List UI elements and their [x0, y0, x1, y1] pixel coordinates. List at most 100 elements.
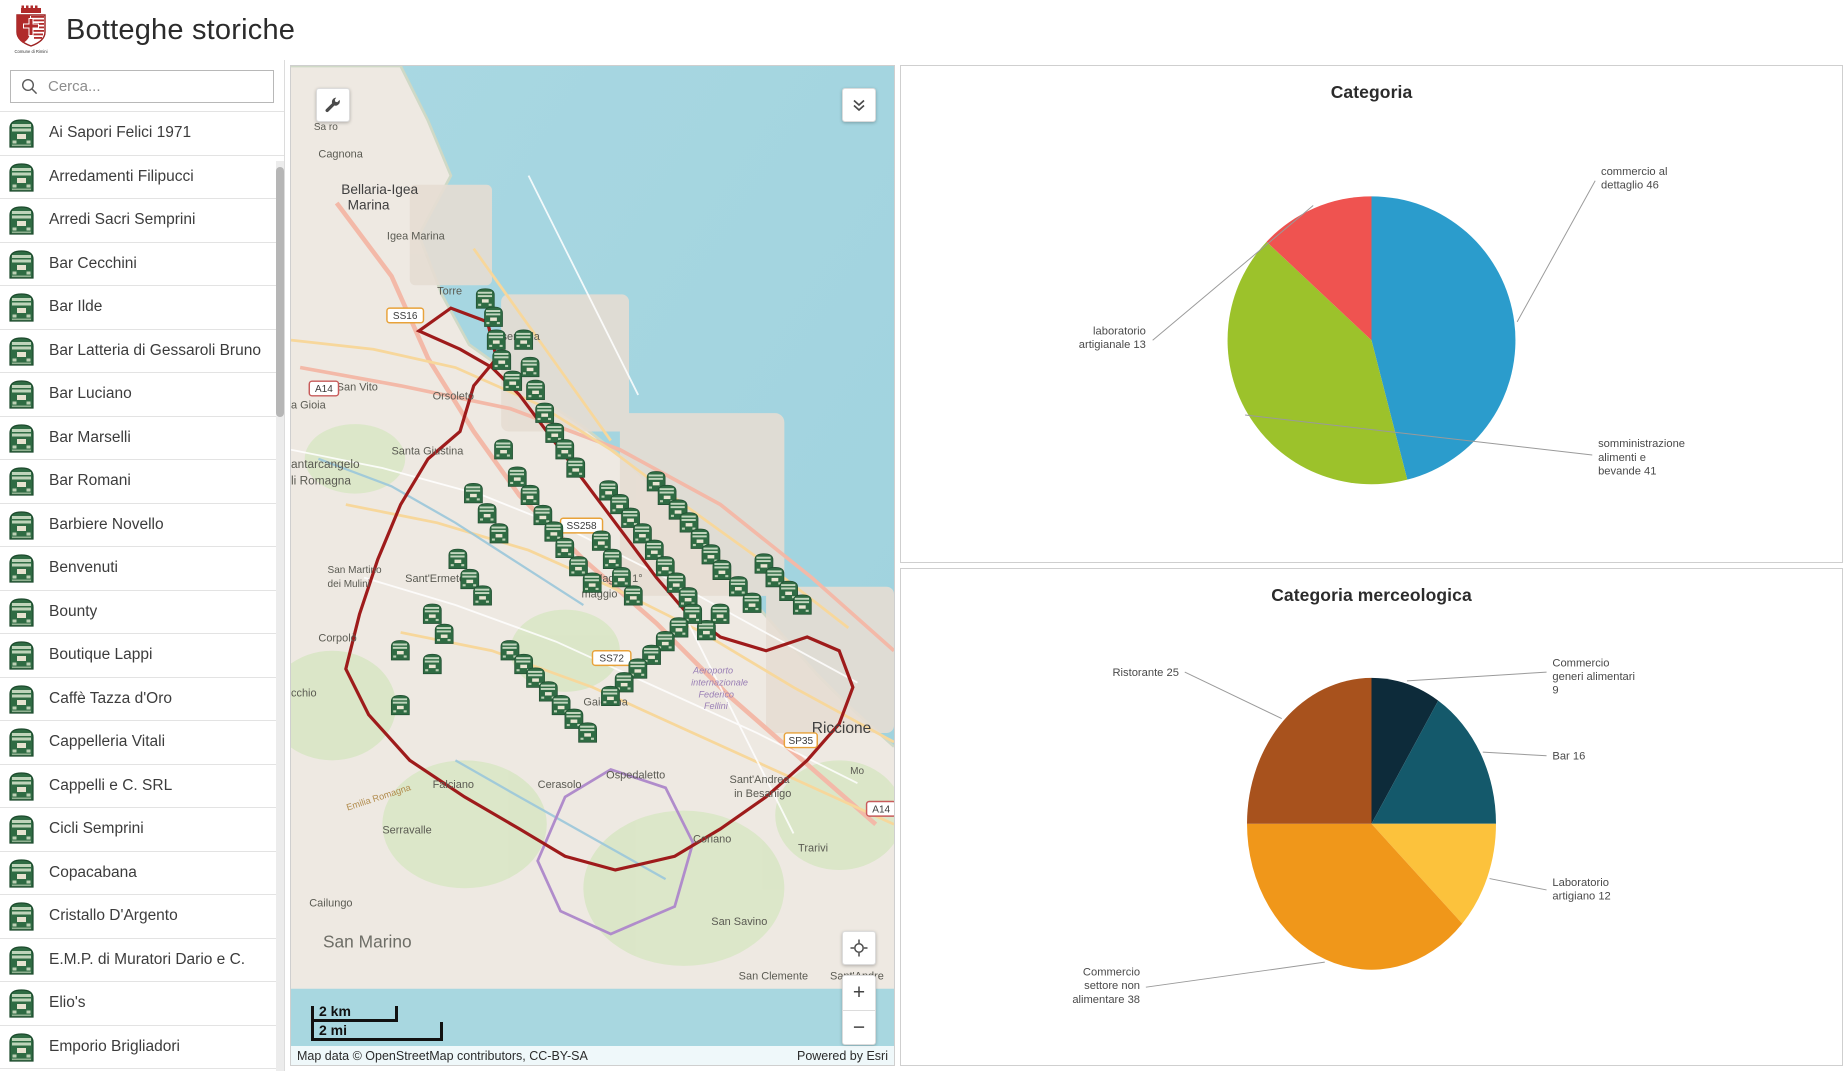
- list-item[interactable]: Benvenuti: [0, 547, 284, 591]
- map-locate-button[interactable]: [842, 931, 876, 965]
- search-input[interactable]: [48, 78, 263, 95]
- map-shop-marker[interactable]: [489, 523, 509, 544]
- list-item[interactable]: Arredi Sacri Semprini: [0, 199, 284, 243]
- map-shop-marker[interactable]: [464, 482, 483, 504]
- map-shop-marker[interactable]: [492, 349, 512, 370]
- list-item[interactable]: Cristallo D'Argento: [0, 895, 284, 939]
- list-item[interactable]: Arredamenti Filipucci: [0, 155, 284, 199]
- list-item[interactable]: Bar Romani: [0, 460, 284, 504]
- map-shop-marker[interactable]: [679, 512, 699, 533]
- list-item-label: Cristallo D'Argento: [49, 907, 178, 925]
- map-shop-marker[interactable]: [533, 504, 553, 526]
- map-shop-marker[interactable]: [494, 439, 513, 460]
- bottega-storica-plaque-icon: [9, 250, 34, 279]
- map-shop-marker[interactable]: [503, 370, 523, 391]
- list-item[interactable]: Bar Latteria di Gessaroli Bruno: [0, 329, 284, 373]
- list-item-label: Copacabana: [49, 863, 137, 881]
- list-item-label: Barbiere Novello: [49, 515, 164, 533]
- map-shop-marker[interactable]: [390, 694, 410, 716]
- list-item[interactable]: Bar Cecchini: [0, 242, 284, 286]
- pie-slice-label: dettaglio 46: [1601, 180, 1659, 192]
- map-shop-marker[interactable]: [566, 457, 586, 478]
- bottega-storica-plaque-icon: [9, 337, 34, 366]
- map-shop-marker[interactable]: [710, 603, 730, 624]
- map-shop-marker[interactable]: [520, 484, 540, 506]
- map-shop-marker[interactable]: [602, 548, 622, 569]
- map-shop-marker[interactable]: [526, 379, 545, 400]
- map-shop-marker[interactable]: [460, 568, 480, 590]
- list-item[interactable]: Bar Luciano: [0, 373, 284, 417]
- rimini-coat-of-arms-icon: Comune di Rimini: [10, 5, 52, 55]
- map-shop-marker[interactable]: [520, 356, 540, 378]
- zoom-out-button[interactable]: −: [843, 1010, 875, 1044]
- search-box[interactable]: [10, 70, 274, 103]
- svg-text:Marina: Marina: [348, 197, 390, 212]
- pie-chart-categoria-merceologica[interactable]: Commercio generi alimentari 9 Bar 16 Laborat…: [901, 569, 1842, 1065]
- list-item[interactable]: Bar Marselli: [0, 416, 284, 460]
- chart-card-categoria-merceologica: Categoria merceologica Commercio generi a…: [900, 568, 1843, 1066]
- list-item[interactable]: Bar Ilde: [0, 286, 284, 330]
- map-collapse-button[interactable]: [842, 88, 876, 122]
- map-shop-marker[interactable]: [644, 539, 664, 560]
- list-item[interactable]: Copacabana: [0, 851, 284, 895]
- pie-slice[interactable]: [1247, 677, 1372, 824]
- map-shop-marker[interactable]: [612, 567, 631, 588]
- map-shop-marker[interactable]: [390, 640, 410, 661]
- map-shop-marker[interactable]: [728, 576, 748, 597]
- map-shop-marker[interactable]: [601, 685, 620, 707]
- map-view[interactable]: Sa ro Cagnona Bellaria-Igea Marina Igea …: [290, 65, 895, 1066]
- list-item[interactable]: Caffè Tazza d'Oro: [0, 677, 284, 721]
- pie-slice-label: generi alimentari: [1552, 671, 1635, 683]
- pie-slice-label: artigianale 13: [1079, 339, 1146, 351]
- map-shop-marker[interactable]: [623, 585, 643, 606]
- map-shop-marker[interactable]: [578, 722, 597, 743]
- list-item[interactable]: Barbiere Novello: [0, 503, 284, 547]
- svg-text:Igea Marina: Igea Marina: [387, 231, 446, 243]
- shops-list[interactable]: Ai Sapori Felici 1971 Arredamenti Filipu…: [0, 111, 284, 1071]
- map-shop-marker[interactable]: [555, 537, 575, 559]
- map-shop-marker[interactable]: [514, 329, 534, 350]
- map-shop-marker[interactable]: [582, 572, 602, 593]
- map-shop-marker[interactable]: [422, 603, 442, 624]
- pie-chart-categoria[interactable]: commercio al dettaglio 46 somministrazione…: [901, 66, 1842, 562]
- map-shop-marker[interactable]: [555, 439, 575, 460]
- map-shop-marker[interactable]: [591, 530, 611, 551]
- map-shop-marker[interactable]: [484, 306, 503, 327]
- list-item[interactable]: Boutique Lappi: [0, 634, 284, 678]
- map-shop-marker[interactable]: [544, 521, 564, 542]
- map-shop-marker[interactable]: [475, 288, 495, 309]
- map-tools-button[interactable]: [316, 88, 350, 122]
- svg-text:Sant'Ermete: Sant'Ermete: [405, 573, 465, 585]
- bottega-storica-plaque-icon: [9, 511, 34, 540]
- list-item[interactable]: Cappelli e C. SRL: [0, 764, 284, 808]
- list-item[interactable]: Bounty: [0, 590, 284, 634]
- list-item[interactable]: Emporio Brigliadori: [0, 1025, 284, 1069]
- sidebar-scrollbar-thumb[interactable]: [276, 167, 284, 417]
- list-item-label: E.M.P. di Muratori Dario e C.: [49, 950, 246, 968]
- zoom-in-button[interactable]: +: [843, 976, 875, 1010]
- list-item[interactable]: Cappelleria Vitali: [0, 721, 284, 765]
- pie-leader-line: [1406, 671, 1547, 682]
- map-shop-marker[interactable]: [712, 559, 732, 580]
- map-shop-marker[interactable]: [507, 466, 527, 487]
- map-shop-marker[interactable]: [477, 503, 497, 524]
- list-item[interactable]: E.M.P. di Muratori Dario e C.: [0, 938, 284, 982]
- list-item[interactable]: Cicli Semprini: [0, 808, 284, 852]
- svg-text:Cailungo: Cailungo: [309, 898, 352, 910]
- map-shop-marker[interactable]: [486, 329, 506, 350]
- map-shop-marker[interactable]: [448, 548, 468, 569]
- map-shop-marker[interactable]: [473, 585, 492, 606]
- list-item[interactable]: Ai Sapori Felici 1971: [0, 112, 284, 156]
- map-shop-marker[interactable]: [655, 556, 675, 577]
- map-shop-marker[interactable]: [633, 523, 652, 544]
- map-shop-marker[interactable]: [535, 402, 555, 423]
- map-shop-marker[interactable]: [792, 594, 812, 615]
- map-shop-marker[interactable]: [569, 556, 588, 577]
- map-shop-marker[interactable]: [434, 623, 454, 644]
- svg-text:Ospedaletto: Ospedaletto: [606, 770, 665, 782]
- list-item[interactable]: Elio's: [0, 982, 284, 1026]
- scalebar-km-label: 2 km: [319, 1003, 351, 1019]
- map-shop-marker[interactable]: [742, 592, 762, 613]
- pie-slice-label: alimentare 38: [1072, 994, 1140, 1006]
- map-shop-marker[interactable]: [422, 653, 442, 675]
